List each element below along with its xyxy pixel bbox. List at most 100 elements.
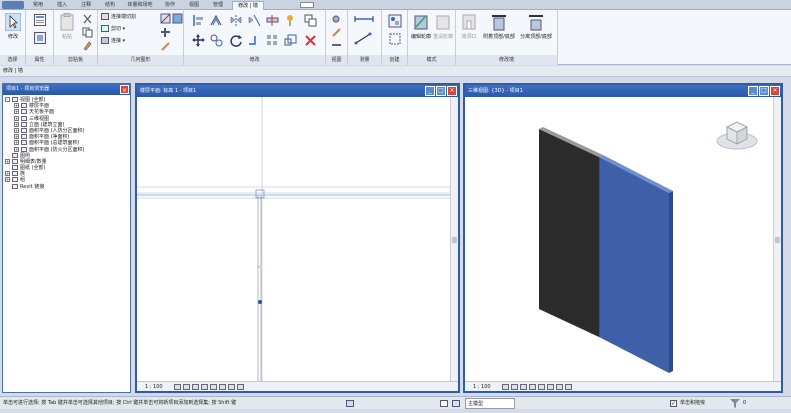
show-crop-icon[interactable] [547,383,555,390]
tab-modify-wall[interactable]: 修改 | 墙 [232,1,264,10]
edit-profile-button[interactable]: 编辑轮廓 [410,13,432,40]
mirror-axis-icon[interactable] [230,14,242,26]
3d-view-scroll-thumb[interactable] [775,237,780,243]
cut-geometry-button[interactable]: 剪切 ▾ [101,25,125,34]
detail-level-icon[interactable] [502,383,510,390]
temporary-hide-icon[interactable] [556,383,564,390]
delete-icon[interactable] [304,34,316,46]
3d-view-titlebar[interactable]: 三维视图: {3D} - 项目1 _ □ × [465,85,781,97]
expand-icon[interactable]: + [14,103,19,109]
close-icon[interactable]: × [447,86,457,96]
floor-plan-canvas[interactable] [137,97,450,381]
floor-plan-scale[interactable]: 1 : 100 [145,382,163,392]
viewcube-icon[interactable] [716,121,758,150]
shadows-icon[interactable] [201,383,209,390]
3d-view-canvas[interactable] [465,97,773,381]
tab-home[interactable]: 常用 [28,1,48,10]
split-face-icon[interactable] [160,13,171,24]
sun-path-icon[interactable] [520,383,528,390]
pin-icon[interactable] [284,14,295,26]
application-menu-button[interactable] [2,1,24,9]
crop-view-icon[interactable] [538,383,546,390]
tab-collaborate[interactable]: 协作 [160,1,180,10]
move-icon[interactable] [192,34,205,47]
project-browser-titlebar[interactable]: 项目1 - 项目浏览器 × [3,84,130,95]
copy-element-icon[interactable] [304,14,317,27]
expand-icon[interactable]: + [14,146,19,152]
minimize-icon[interactable]: _ [748,86,758,96]
restore-icon[interactable]: □ [759,86,769,96]
3d-view-vertical-scrollbar[interactable] [773,97,781,381]
collapse-icon[interactable]: - [5,97,10,102]
expand-icon[interactable]: + [14,115,19,121]
measure-distance-icon[interactable] [354,14,374,25]
visual-style-icon[interactable] [511,383,519,390]
paste-button[interactable]: 粘贴 [56,13,78,40]
join-button[interactable]: 连接 ▾ [101,37,125,46]
reveal-hidden-icon[interactable] [237,383,245,390]
active-model-dropdown[interactable]: 主模型 [465,398,515,409]
mirror-draw-icon[interactable] [248,14,261,27]
floor-plan-scroll-thumb[interactable] [452,237,457,243]
offset-icon[interactable] [210,14,222,26]
filter-icon[interactable] [730,399,740,408]
expand-icon[interactable]: + [5,171,10,177]
shadows-icon[interactable] [529,383,537,390]
temporary-hide-icon[interactable] [228,383,236,390]
attach-top-base-button[interactable]: 附着顶部/底部 [482,13,516,40]
project-browser-item[interactable]: Revit 链接 [5,183,128,190]
cope-button[interactable]: 连接端切割 [101,13,136,22]
match-properties-icon[interactable] [82,40,93,51]
tab-annotate[interactable]: 注释 [76,1,96,10]
close-icon[interactable]: × [120,85,129,94]
tab-insert[interactable]: 插入 [52,1,72,10]
expand-icon[interactable]: + [14,109,19,115]
modify-button[interactable]: 修改 [2,12,24,40]
ribbon-minimize-button[interactable] [300,2,314,8]
restore-icon[interactable]: □ [436,86,446,96]
tab-massing-site[interactable]: 体量和场地 [122,1,158,10]
expand-icon[interactable]: + [5,158,10,164]
create-group-icon[interactable] [388,14,402,28]
reveal-hidden-icon[interactable] [565,383,573,390]
dimension-icon[interactable] [354,32,372,45]
3d-view-scale[interactable]: 1 : 100 [473,382,491,392]
override-graphics-icon[interactable] [331,27,342,38]
trim-extend-icon[interactable] [248,34,259,45]
sun-path-icon[interactable] [192,383,200,390]
expand-icon[interactable]: + [14,134,19,140]
detach-top-base-button[interactable]: 分离顶部/底部 [518,13,554,40]
expand-icon[interactable]: + [14,140,19,146]
cut-icon[interactable] [82,14,93,25]
detail-level-icon[interactable] [174,383,182,390]
floor-plan-vertical-scrollbar[interactable] [450,97,458,381]
expand-icon[interactable]: + [14,127,19,133]
copy-move-icon[interactable] [210,34,223,47]
drag-checkbox[interactable]: ✓ [670,400,677,407]
rotate-icon[interactable] [230,34,242,47]
hide-element-icon[interactable] [331,14,342,25]
demolish-icon[interactable] [160,41,171,52]
array-icon[interactable] [266,34,277,45]
show-crop-icon[interactable] [219,383,227,390]
floor-plan-titlebar[interactable]: 楼层平面: 标高 1 - 项目1 _ □ × [137,85,458,97]
copy-icon[interactable] [82,27,93,38]
tab-manage[interactable]: 管理 [208,1,228,10]
close-icon[interactable]: × [770,86,780,96]
wall-opening-button[interactable]: 墙洞口 [458,13,480,40]
create-similar-icon[interactable] [388,32,401,45]
properties-icon[interactable] [34,14,46,26]
visual-style-icon[interactable] [183,383,191,390]
split-element-icon[interactable] [266,14,279,26]
linework-icon[interactable] [331,40,342,51]
crop-view-icon[interactable] [210,383,218,390]
tab-view[interactable]: 视图 [184,1,204,10]
expand-icon[interactable]: + [5,177,10,183]
reset-profile-button[interactable]: 重设轮廓 [432,13,454,40]
type-properties-icon[interactable] [34,32,46,44]
expand-icon[interactable]: + [14,121,19,127]
scale-icon[interactable] [284,34,297,46]
wall-joins-icon[interactable] [160,27,171,38]
tab-structure[interactable]: 结构 [100,1,120,10]
workset-icon[interactable] [452,400,460,407]
